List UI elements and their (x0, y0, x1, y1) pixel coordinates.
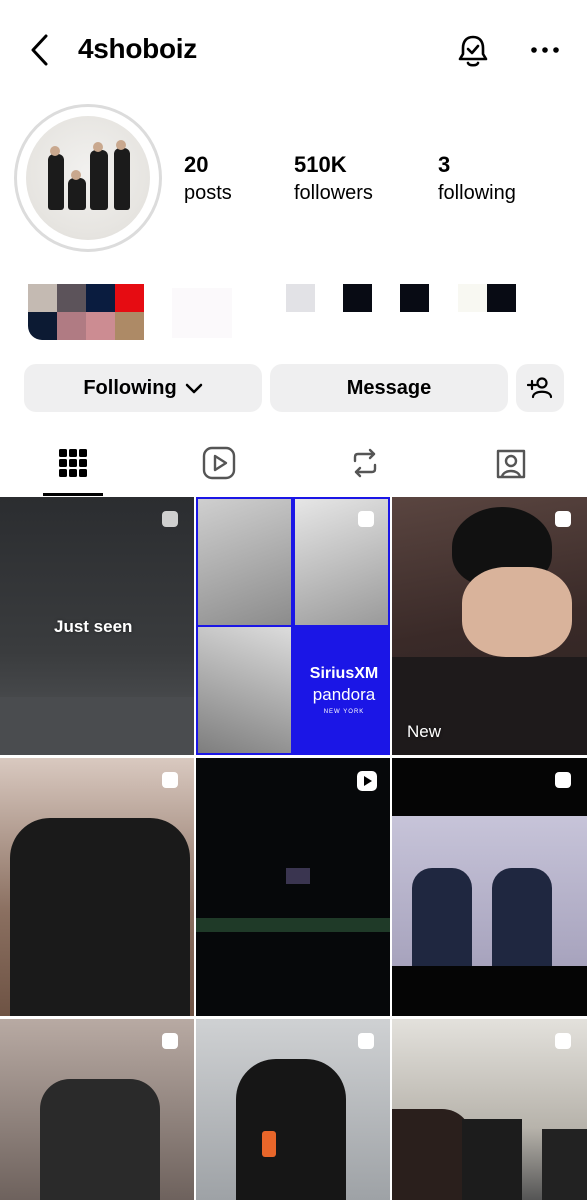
active-tab-indicator (43, 493, 103, 496)
ad-city: NEW YORK (323, 709, 365, 715)
add-person-icon (527, 375, 553, 401)
reels-icon (202, 446, 236, 485)
top-bar: 4shoboiz (0, 0, 587, 100)
post-tile[interactable] (0, 1019, 194, 1200)
tab-reels[interactable] (146, 434, 292, 496)
posts-label: posts (184, 182, 232, 204)
tab-reposts[interactable] (292, 434, 438, 496)
tab-posts-grid[interactable] (0, 434, 146, 496)
notification-bell-icon[interactable] (454, 32, 492, 70)
following-label: following (438, 182, 516, 204)
stat-followers[interactable]: 510K followers (294, 152, 373, 205)
avatar-photo (26, 116, 150, 240)
suggested-users-button[interactable] (516, 364, 564, 412)
carousel-icon (553, 509, 575, 531)
post-tile[interactable]: SiriusXM pandora NEW YORK (196, 497, 390, 755)
carousel-icon (553, 1031, 575, 1053)
more-options-icon[interactable] (528, 38, 562, 62)
reel-icon (356, 770, 378, 792)
post-tile[interactable] (392, 758, 587, 1016)
chevron-down-icon (185, 382, 203, 394)
back-arrow-icon[interactable] (26, 30, 56, 70)
followers-count: 510K (294, 152, 347, 177)
post-tile[interactable]: New (392, 497, 587, 755)
tagged-icon (494, 446, 528, 485)
bio-redacted (28, 284, 528, 342)
grid-icon (58, 448, 88, 483)
carousel-icon (356, 1031, 378, 1053)
tab-tagged[interactable] (438, 434, 584, 496)
following-button-label: Following (83, 376, 177, 399)
ad-brand-sirius: SiriusXM (309, 665, 379, 682)
posts-grid: Just seen SiriusXM pandora NEW YORK New (0, 497, 587, 1200)
ad-brand-pandora: pandora (312, 685, 376, 704)
stat-posts[interactable]: 20 posts (184, 152, 232, 205)
following-count: 3 (438, 152, 451, 177)
post-tile[interactable]: Just seen (0, 497, 194, 755)
followers-label: followers (294, 182, 373, 204)
carousel-icon (356, 509, 378, 531)
post-tile[interactable] (196, 1019, 390, 1200)
message-button[interactable]: Message (270, 364, 508, 412)
profile-avatar[interactable] (14, 104, 162, 252)
post-tile[interactable] (392, 1019, 587, 1200)
following-button[interactable]: Following (24, 364, 262, 412)
profile-username: 4shoboiz (78, 33, 197, 64)
message-button-label: Message (346, 376, 432, 399)
carousel-icon (160, 770, 182, 792)
just-seen-label: Just seen (54, 617, 133, 636)
carousel-icon (160, 509, 182, 531)
post-tile[interactable] (0, 758, 194, 1016)
posts-count: 20 (184, 152, 209, 177)
carousel-icon (553, 770, 575, 792)
reposts-icon (349, 447, 381, 484)
post-tile[interactable] (196, 758, 390, 1016)
carousel-icon (160, 1031, 182, 1053)
profile-tabs (0, 434, 587, 496)
stat-following[interactable]: 3 following (438, 152, 516, 205)
new-label: New (407, 722, 442, 741)
